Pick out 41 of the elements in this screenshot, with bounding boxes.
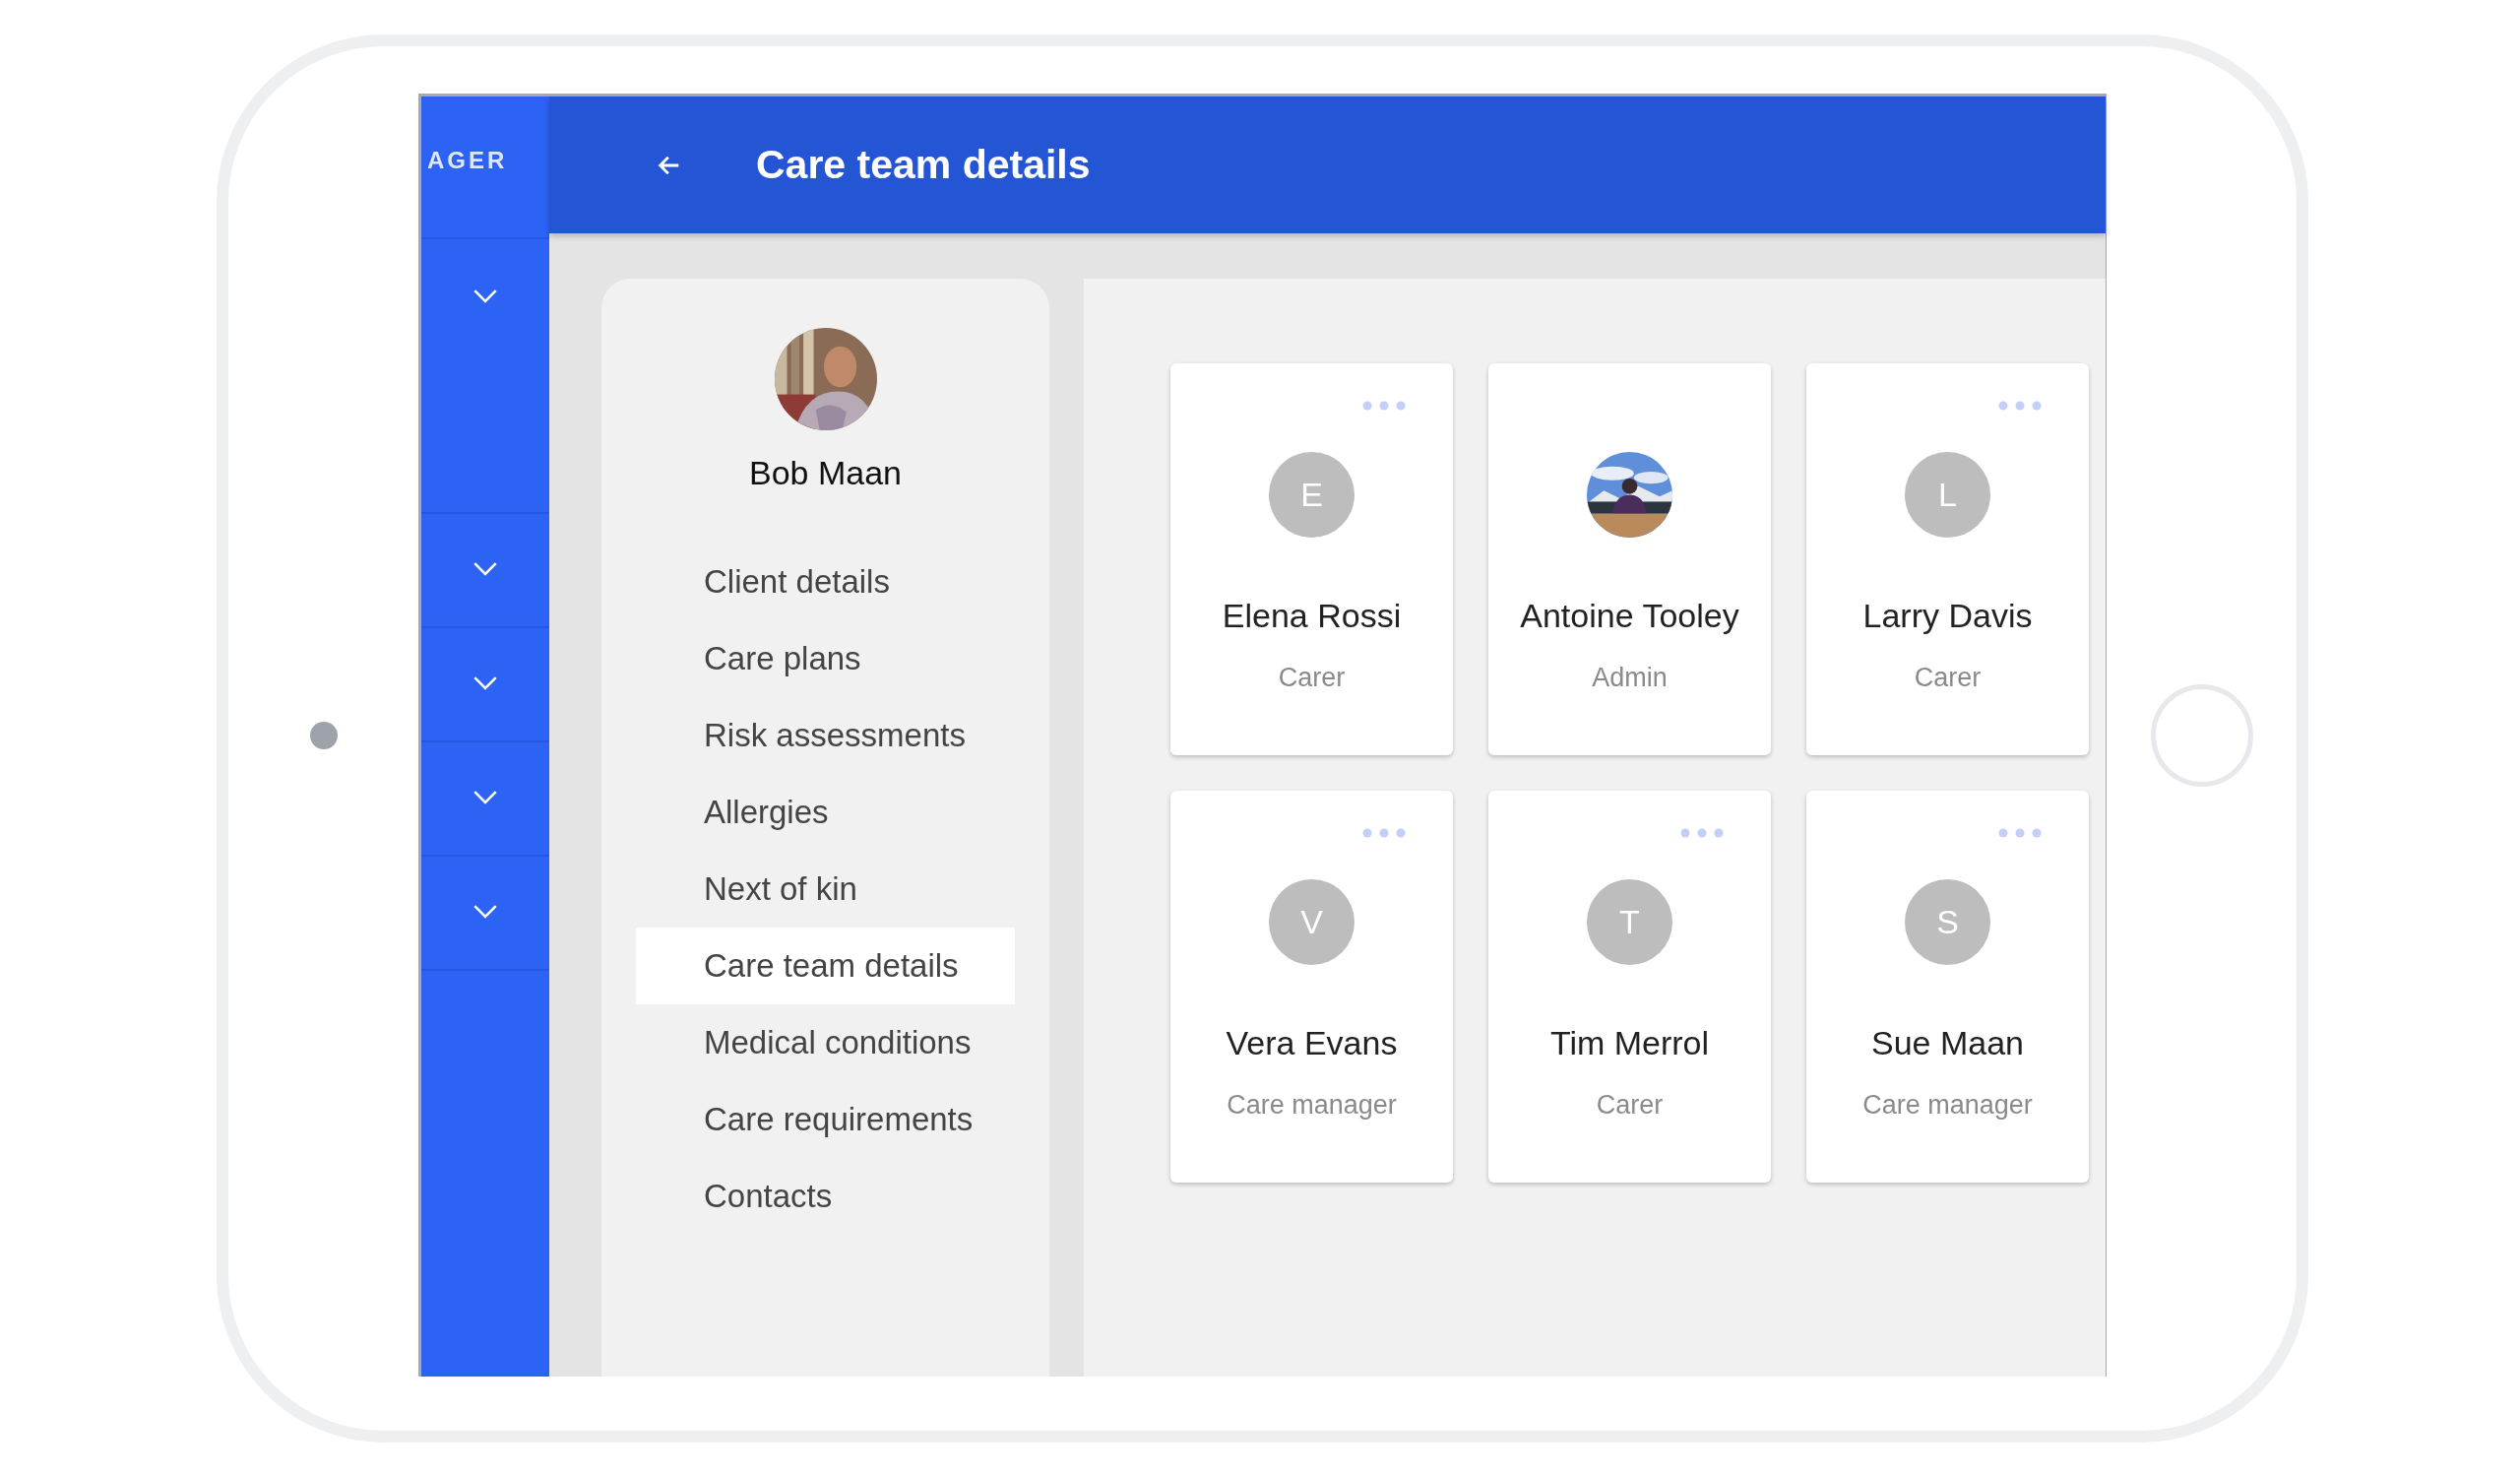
rail-label: AGER bbox=[426, 146, 508, 174]
menu-item[interactable]: Care team details bbox=[636, 928, 1015, 1004]
member-name: Vera Evans bbox=[1226, 1024, 1398, 1062]
initial-avatar: L bbox=[1905, 452, 1990, 538]
member-name: Antoine Tooley bbox=[1520, 597, 1739, 635]
menu-item[interactable]: Care plans bbox=[636, 620, 1015, 697]
camera-dot-icon bbox=[309, 721, 338, 749]
initial-avatar: V bbox=[1269, 879, 1354, 965]
member-role: Carer bbox=[1278, 663, 1346, 693]
client-name: Bob Maan bbox=[749, 454, 902, 492]
member-role: Carer bbox=[1596, 1090, 1664, 1121]
page-title: Care team details bbox=[756, 142, 1091, 188]
team-card[interactable]: V Vera Evans Care manager bbox=[1170, 791, 1453, 1183]
chevron-icon[interactable] bbox=[472, 790, 498, 804]
initial-avatar: T bbox=[1587, 879, 1672, 965]
team-card[interactable]: S Sue Maan Care manager bbox=[1806, 791, 2089, 1183]
menu-item[interactable]: Risk assessments bbox=[636, 697, 1015, 774]
menu-item[interactable]: Next of kin bbox=[636, 851, 1015, 928]
chevron-icon[interactable] bbox=[472, 904, 498, 919]
team-card[interactable]: L Larry Davis Carer bbox=[1806, 363, 2089, 755]
member-name: Elena Rossi bbox=[1222, 597, 1402, 635]
menu-item[interactable]: Client details bbox=[636, 544, 1015, 620]
member-role: Carer bbox=[1914, 663, 1982, 693]
menu-item[interactable]: Allergies bbox=[636, 774, 1015, 851]
member-role: Care manager bbox=[1862, 1090, 2033, 1121]
team-card[interactable]: E Elena Rossi Carer bbox=[1170, 363, 1453, 755]
team-card[interactable]: Antoine Tooley Admin bbox=[1488, 363, 1771, 755]
menu-item[interactable]: Contacts bbox=[636, 1158, 1015, 1235]
member-role: Care manager bbox=[1227, 1090, 1397, 1121]
menu-item[interactable]: Medical conditions bbox=[636, 1004, 1015, 1081]
member-name: Tim Merrol bbox=[1549, 1024, 1710, 1062]
chevron-icon[interactable] bbox=[472, 675, 498, 690]
member-role: Admin bbox=[1592, 663, 1668, 693]
chevron-icon[interactable] bbox=[472, 289, 498, 303]
team-card[interactable]: T Tim Merrol Carer bbox=[1488, 791, 1771, 1183]
menu-item[interactable]: Care requirements bbox=[636, 1081, 1015, 1158]
initial-avatar: S bbox=[1905, 879, 1990, 965]
chevron-icon[interactable] bbox=[472, 561, 498, 576]
member-name: Larry Davis bbox=[1862, 597, 2033, 635]
member-name: Sue Maan bbox=[1871, 1024, 2024, 1062]
initial-avatar: E bbox=[1269, 452, 1354, 538]
